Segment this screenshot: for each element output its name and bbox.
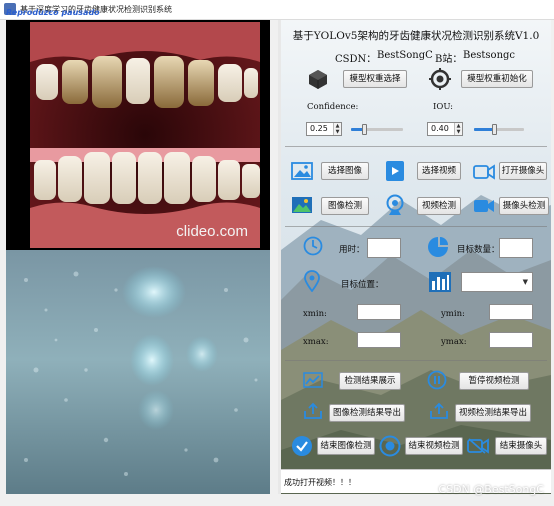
divider [285, 226, 547, 227]
model-weight-init-button[interactable]: 模型权重初始化 [461, 70, 533, 88]
time-label: 用时： [339, 245, 365, 255]
end-camera-button[interactable]: 结束摄像头 [495, 437, 547, 455]
video-file-icon [386, 161, 404, 181]
stop-circle-icon [379, 435, 401, 457]
target-settings-icon [429, 68, 451, 90]
cube-icon [309, 70, 327, 89]
xmax-field [357, 332, 401, 348]
ymax-field [489, 332, 533, 348]
ymin-label: ymin: [441, 309, 465, 319]
confidence-slider[interactable] [351, 122, 403, 136]
video-detect-button[interactable]: 视频检测 [417, 197, 461, 215]
recording-overlay-text: Reproduzco pausado [6, 8, 100, 17]
pie-chart-icon [428, 237, 448, 257]
result-display-area [6, 250, 270, 494]
divider [285, 146, 547, 147]
csdn-value: BestSongC [377, 50, 433, 61]
time-field [367, 238, 401, 258]
upload-icon [430, 402, 448, 419]
chevron-down-icon[interactable]: ▼ [523, 278, 528, 286]
confidence-spinbox[interactable]: 0.25 ▲ ▼ [306, 122, 342, 136]
target-count-field [499, 238, 533, 258]
camera-detect-button[interactable]: 摄像头检测 [499, 197, 549, 215]
title-bar: 基于深度学习的牙齿健康状况检测识别系统 Reproduzco pausado [0, 0, 554, 20]
iou-slider[interactable] [474, 122, 524, 136]
app-heading: 基于YOLOv5架构的牙齿健康状况检测识别系统V1.0 [292, 30, 540, 42]
iou-label: IOU: [433, 102, 454, 112]
spin-arrows-icon[interactable]: ▲ ▼ [454, 123, 462, 135]
open-camera-button[interactable]: 打开摄像头 [499, 162, 547, 180]
bili-value: Bestsongc [463, 50, 516, 61]
spin-arrows-icon[interactable]: ▲ ▼ [333, 123, 341, 135]
confidence-value: 0.25 [310, 124, 328, 133]
select-video-button[interactable]: 选择视频 [417, 162, 461, 180]
video-frame: clideo.com [30, 22, 260, 248]
slider-handle[interactable] [362, 124, 367, 135]
csdn-label: CSDN： [335, 54, 377, 65]
bili-label: B站： [435, 54, 463, 65]
teeth-image [30, 22, 260, 248]
confidence-label: Confidence: [307, 102, 359, 112]
xmin-field [357, 304, 401, 320]
camera-icon [473, 164, 495, 180]
target-select-dropdown[interactable]: ▼ [461, 272, 533, 292]
model-weight-select-button[interactable]: 模型权重选择 [343, 70, 407, 88]
bar-chart-icon [429, 272, 451, 292]
xmax-label: xmax: [303, 337, 329, 347]
pause-icon [427, 370, 447, 390]
ymin-field [489, 304, 533, 320]
slider-handle[interactable] [492, 124, 497, 135]
clock-icon [303, 236, 323, 256]
xmin-label: xmin: [303, 309, 327, 319]
check-circle-icon [292, 436, 312, 456]
camera-off-icon [467, 438, 489, 454]
upload-icon [304, 402, 322, 419]
iou-value: 0.40 [431, 124, 449, 133]
status-message: 成功打开视频！！！ [284, 478, 356, 487]
image-icon [291, 162, 313, 180]
select-image-button[interactable]: 选择图像 [321, 162, 369, 180]
divider [285, 360, 547, 361]
show-results-button[interactable]: 检测结果展示 [339, 372, 401, 390]
video-watermark: clideo.com [176, 223, 248, 240]
target-position-label: 目标位置： [341, 280, 384, 290]
target-count-label: 目标数量： [457, 245, 500, 255]
location-pin-icon [304, 270, 320, 292]
export-video-results-button[interactable]: 视频检测结果导出 [455, 404, 531, 422]
ymax-label: ymax: [441, 337, 467, 347]
video-camera-icon [474, 200, 494, 212]
line-chart-icon [303, 372, 323, 388]
pause-video-button[interactable]: 暂停视频检测 [459, 372, 529, 390]
end-image-detection-button[interactable]: 结束图像检测 [317, 437, 375, 455]
control-panel: 基于YOLOv5架构的牙齿健康状况检测识别系统V1.0 CSDN： BestSo… [281, 20, 551, 494]
page-watermark: CSDN @BestSongC [438, 483, 544, 496]
export-image-results-button[interactable]: 图像检测结果导出 [329, 404, 405, 422]
image-detect-icon [292, 197, 312, 213]
image-detect-button[interactable]: 图像检测 [321, 197, 369, 215]
end-video-detection-button[interactable]: 结束视频检测 [405, 437, 463, 455]
webcam-icon [386, 194, 404, 215]
rain-glass-image [6, 250, 270, 494]
slider-fill [474, 128, 494, 131]
iou-spinbox[interactable]: 0.40 ▲ ▼ [427, 122, 463, 136]
